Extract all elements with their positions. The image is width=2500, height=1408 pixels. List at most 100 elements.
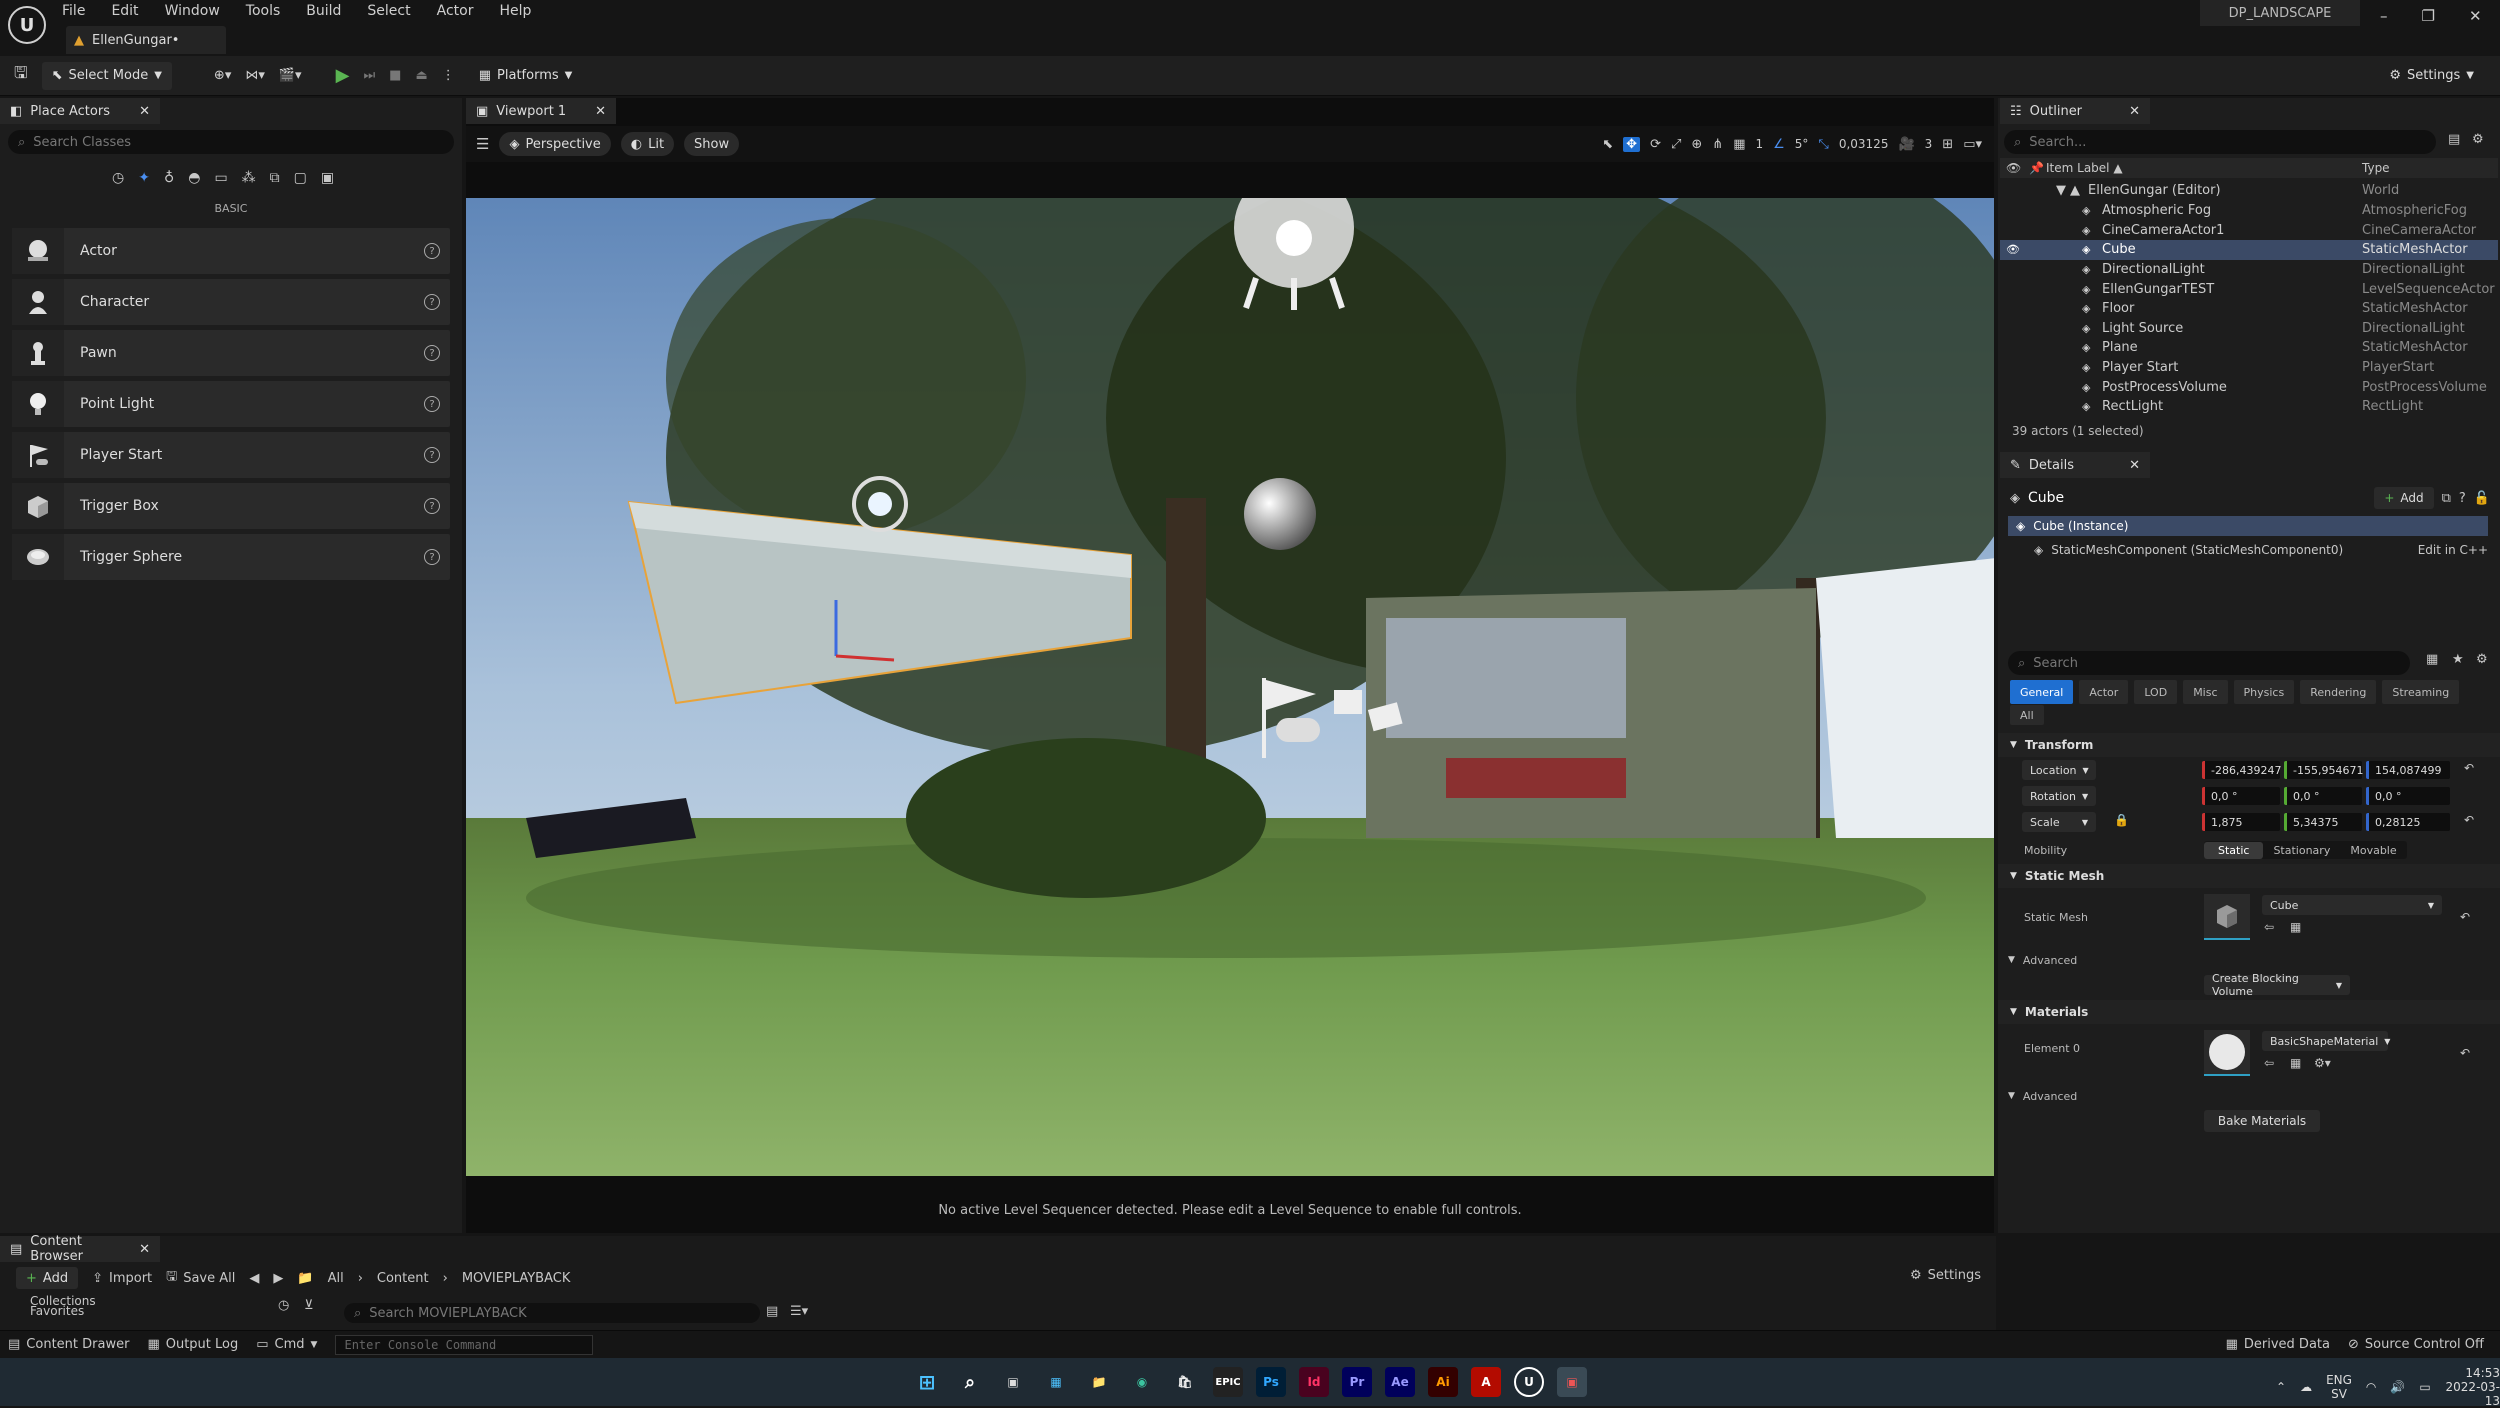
menu-window[interactable]: Window [165, 3, 220, 19]
outliner-root-row[interactable]: ▼ ▲ EllenGungar (Editor) World [2000, 181, 2498, 201]
indesign-icon[interactable]: Id [1299, 1367, 1329, 1397]
cinematic-icon[interactable]: ▭ [214, 170, 227, 186]
add-folder-icon[interactable]: ▤ [2448, 132, 2460, 147]
angle-snap-icon[interactable]: ∠ [1773, 137, 1785, 152]
outliner-row[interactable]: ◈ Player Start PlayerStart [2000, 358, 2498, 378]
stop-icon[interactable]: ■ [389, 68, 401, 83]
after-effects-icon[interactable]: Ae [1385, 1367, 1415, 1397]
type-header[interactable]: Type [2362, 161, 2390, 175]
scale-x-field[interactable]: 1,875 [2202, 813, 2280, 831]
eject-icon[interactable]: ⏏ [415, 68, 427, 83]
actor-item-point-light[interactable]: Point Light ? [12, 381, 450, 427]
folder-icon[interactable]: 📁 [297, 1271, 313, 1286]
close-icon[interactable]: ✕ [2129, 458, 2140, 473]
restore-button[interactable]: ❐ [2422, 7, 2435, 25]
world-space-icon[interactable]: ⊕ [1691, 137, 1702, 152]
more-options-icon[interactable]: ⋮ [442, 68, 455, 83]
details-search-input[interactable]: ⌕ Search [2008, 651, 2410, 675]
path-content[interactable]: Content [377, 1271, 429, 1286]
path-all[interactable]: All [328, 1271, 344, 1286]
edit-in-cpp-link[interactable]: Edit in C++ [2418, 543, 2488, 557]
close-button[interactable]: ✕ [2469, 7, 2482, 25]
viewport-layout-icon[interactable]: ▭▾ [1963, 137, 1982, 152]
category-all[interactable]: All [2010, 705, 2044, 725]
lights-icon[interactable]: ♁ [164, 170, 174, 186]
gear-icon[interactable]: ⚙ [2476, 652, 2488, 667]
mobility-movable[interactable]: Movable [2340, 842, 2406, 859]
reset-location-icon[interactable]: ↶ [2464, 761, 2474, 775]
browse-icon[interactable]: ▦ [2290, 1056, 2301, 1070]
path-movieplayback[interactable]: MOVIEPLAYBACK [462, 1271, 571, 1286]
unreal-logo-icon[interactable]: U [8, 6, 46, 44]
filter-dropdown-icon[interactable]: ☰▾ [790, 1304, 808, 1319]
acrobat-icon[interactable]: A [1471, 1367, 1501, 1397]
close-icon[interactable]: ✕ [595, 104, 606, 119]
rotation-y-field[interactable]: 0,0 ° [2284, 787, 2362, 805]
add-component-button[interactable]: + Add [2374, 487, 2434, 509]
cinematics-icon[interactable]: 🎬▾ [279, 68, 302, 83]
visibility-icon[interactable]: 👁 [2006, 243, 2020, 256]
outliner-row[interactable]: ◈ RectLight RectLight [2000, 397, 2498, 417]
browse-icon[interactable]: ▦ [2290, 920, 2301, 934]
scale-snap-value[interactable]: 0,03125 [1839, 137, 1889, 151]
photoshop-icon[interactable]: Ps [1256, 1367, 1286, 1397]
grid-snap-value[interactable]: 1 [1755, 137, 1763, 151]
add-content-button[interactable]: + Add [16, 1267, 79, 1289]
content-settings-button[interactable]: ⚙ Settings [1910, 1268, 1981, 1283]
help-icon[interactable]: ? [424, 294, 440, 310]
mobility-stationary[interactable]: Stationary [2263, 842, 2340, 859]
outliner-row[interactable]: ◈ Plane StaticMeshActor [2000, 338, 2498, 358]
outliner-row[interactable]: ◈ DirectionalLight DirectionalLight [2000, 260, 2498, 280]
unreal-editor-active-icon[interactable]: ▣ [1557, 1367, 1587, 1397]
outliner-row[interactable]: ◈ Light Source DirectionalLight [2000, 319, 2498, 339]
static-mesh-dropdown[interactable]: Cube ▼ [2262, 895, 2442, 915]
wifi-icon[interactable]: ◠ [2366, 1380, 2376, 1394]
visual-effects-icon[interactable]: ⁂ [242, 170, 256, 186]
hamburger-icon[interactable]: ☰ [476, 135, 489, 153]
blueprint-icon[interactable]: ⋈▾ [245, 68, 265, 83]
close-icon[interactable]: ✕ [2129, 104, 2140, 119]
content-browser-tab[interactable]: ▤ Content Browser ✕ [0, 1234, 160, 1264]
location-dropdown[interactable]: Location ▼ [2022, 760, 2096, 780]
add-actor-icon[interactable]: ⊕▾ [214, 68, 231, 83]
show-button[interactable]: Show [684, 132, 740, 156]
outliner-tab[interactable]: ☷ Outliner ✕ [2000, 98, 2150, 124]
lock-icon[interactable]: 🔓 [2474, 491, 2490, 506]
table-view-icon[interactable]: ▦ [2426, 652, 2438, 667]
rotate-tool-icon[interactable]: ⟳ [1650, 137, 1661, 152]
menu-actor[interactable]: Actor [437, 3, 474, 19]
category-misc[interactable]: Misc [2183, 680, 2228, 704]
help-icon[interactable]: ? [424, 345, 440, 361]
favorite-star-icon[interactable]: ★ [2452, 652, 2464, 667]
category-rendering[interactable]: Rendering [2300, 680, 2377, 704]
content-drawer-button[interactable]: ▤ Content Drawer [8, 1337, 129, 1352]
material-dropdown[interactable]: BasicShapeMaterial ▼ [2262, 1031, 2390, 1051]
outliner-row[interactable]: ◈ Floor StaticMeshActor [2000, 299, 2498, 319]
blueprint-icon[interactable]: ⧉ [2442, 491, 2451, 506]
instance-row[interactable]: ◈ Cube (Instance) [2008, 516, 2488, 536]
help-icon[interactable]: ? [424, 447, 440, 463]
outliner-row[interactable]: 👁 ◈ Cube StaticMeshActor [2000, 240, 2498, 260]
outliner-row[interactable]: ◈ EllenGungarTEST LevelSequenceActor [2000, 279, 2498, 299]
layout-icon[interactable]: ⊞ [1942, 137, 1953, 152]
translate-tool-icon[interactable]: ✥ [1623, 136, 1641, 152]
help-icon[interactable]: ? [424, 549, 440, 565]
angle-snap-value[interactable]: 5° [1795, 137, 1809, 151]
perspective-button[interactable]: ◈ Perspective [499, 132, 611, 156]
lit-button[interactable]: ◐ Lit [620, 132, 675, 156]
item-label-header[interactable]: Item Label ▲ [2046, 161, 2123, 175]
outliner-row[interactable]: ◈ Atmospheric Fog AtmosphericFog [2000, 201, 2498, 221]
actor-item-player-start[interactable]: Player Start ? [12, 432, 450, 478]
collections-toggle[interactable]: Collections Favorites [14, 1295, 96, 1317]
help-icon[interactable]: ? [424, 396, 440, 412]
unreal-taskbar-icon[interactable]: U [1514, 1367, 1544, 1397]
camera-speed-value[interactable]: 3 [1925, 137, 1933, 151]
actor-item-trigger-sphere[interactable]: Trigger Sphere ? [12, 534, 450, 580]
gear-icon[interactable]: ⚙ [2472, 132, 2484, 147]
source-control-button[interactable]: ⊘ Source Control Off [2348, 1337, 2484, 1352]
actor-item-pawn[interactable]: Pawn ? [12, 330, 450, 376]
actor-item-character[interactable]: Character ? [12, 279, 450, 325]
epic-games-icon[interactable]: EPIC [1213, 1367, 1243, 1397]
platforms-dropdown[interactable]: ▦ Platforms ▼ [469, 62, 583, 90]
cmd-dropdown[interactable]: ▭ Cmd ▼ [256, 1337, 317, 1352]
